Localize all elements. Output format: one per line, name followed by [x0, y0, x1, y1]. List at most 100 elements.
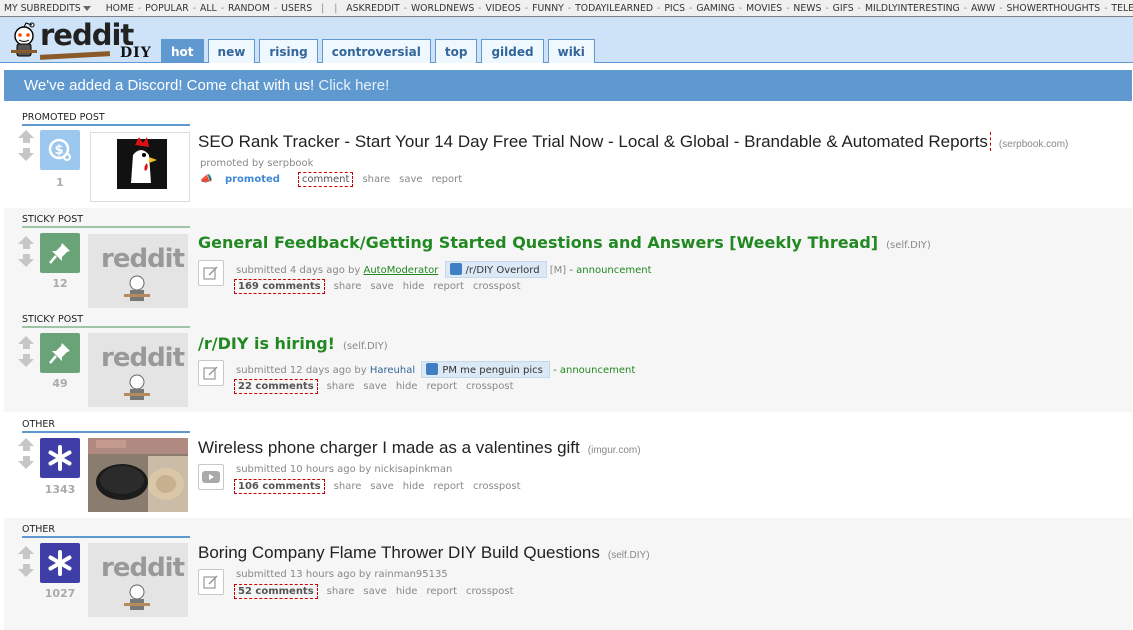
hide-button[interactable]: hide: [396, 586, 418, 597]
post-author[interactable]: Hareuhal: [370, 365, 415, 376]
sub-link[interactable]: SHOWERTHOUGHTS: [1007, 3, 1101, 14]
crosspost-button[interactable]: crosspost: [473, 281, 521, 292]
post-thumbnail[interactable]: reddit: [88, 543, 188, 617]
my-subreddits-dropdown[interactable]: MY SUBREDDITS: [4, 3, 91, 14]
tab-rising[interactable]: rising: [259, 39, 318, 63]
report-button[interactable]: report: [432, 174, 463, 185]
hide-button[interactable]: hide: [403, 481, 425, 492]
reddit-alien-logo-icon[interactable]: [9, 22, 39, 58]
save-button[interactable]: save: [363, 381, 386, 392]
upvote-arrow-icon[interactable]: [18, 236, 34, 244]
alien-placeholder-icon: [124, 275, 150, 301]
comments-button[interactable]: 106 comments: [234, 479, 325, 494]
post-title[interactable]: Wireless phone charger I made as a valen…: [198, 438, 641, 458]
nav-popular[interactable]: POPULAR: [145, 3, 189, 14]
post-domain[interactable]: (serpbook.com): [999, 139, 1068, 150]
subreddit-name[interactable]: DIY: [120, 45, 152, 61]
share-button[interactable]: share: [334, 281, 362, 292]
downvote-arrow-icon[interactable]: [18, 153, 34, 161]
share-button[interactable]: share: [362, 174, 390, 185]
save-button[interactable]: save: [370, 481, 393, 492]
upvote-arrow-icon[interactable]: [18, 546, 34, 554]
sub-link[interactable]: NEWS: [793, 3, 821, 14]
save-button[interactable]: save: [363, 586, 386, 597]
shield-icon: [449, 263, 462, 275]
tab-top[interactable]: top: [434, 39, 478, 63]
comments-button[interactable]: 22 comments: [234, 379, 318, 394]
report-button[interactable]: report: [433, 481, 464, 492]
sub-link[interactable]: VIDEOS: [485, 3, 520, 14]
post-title-text[interactable]: Boring Company Flame Thrower DIY Build Q…: [198, 543, 600, 562]
tab-controversial[interactable]: controversial: [321, 39, 431, 63]
post-thumbnail[interactable]: [90, 132, 190, 202]
post-domain[interactable]: (self.DIY): [608, 550, 650, 561]
post-thumbnail[interactable]: reddit: [88, 234, 188, 308]
video-expando-icon[interactable]: [198, 464, 224, 490]
post-title[interactable]: SEO Rank Tracker - Start Your 14 Day Fre…: [198, 132, 1068, 152]
sub-link[interactable]: MOVIES: [746, 3, 782, 14]
post-title[interactable]: /r/DIY is hiring! (self.DIY): [198, 334, 388, 353]
sub-link[interactable]: AWW: [971, 3, 995, 14]
tab-wiki[interactable]: wiki: [547, 39, 595, 63]
nav-home[interactable]: HOME: [106, 3, 134, 14]
reddit-placeholder-icon: reddit: [101, 244, 185, 274]
downvote-arrow-icon[interactable]: [18, 569, 34, 577]
post-author[interactable]: nickisapinkman: [374, 464, 452, 475]
comments-button[interactable]: 169 comments: [234, 279, 325, 294]
save-button[interactable]: save: [399, 174, 422, 185]
sub-link[interactable]: MILDLYINTERESTING: [865, 3, 960, 14]
sub-link[interactable]: FUNNY: [532, 3, 564, 14]
upvote-arrow-icon[interactable]: [18, 336, 34, 344]
comments-button[interactable]: 52 comments: [234, 584, 318, 599]
banner-link[interactable]: Click here!: [318, 77, 389, 94]
post-title[interactable]: General Feedback/Getting Started Questio…: [198, 233, 931, 252]
sub-link[interactable]: GIFS: [833, 3, 854, 14]
post-title[interactable]: Boring Company Flame Thrower DIY Build Q…: [198, 543, 650, 563]
post-title-text[interactable]: General Feedback/Getting Started Questio…: [198, 233, 878, 252]
crosspost-button[interactable]: crosspost: [466, 381, 514, 392]
downvote-arrow-icon[interactable]: [18, 461, 34, 469]
report-button[interactable]: report: [426, 381, 457, 392]
crosspost-button[interactable]: crosspost: [473, 481, 521, 492]
comment-button[interactable]: comment: [297, 172, 354, 187]
crosspost-button[interactable]: crosspost: [466, 586, 514, 597]
post-category-label: PROMOTED POST: [22, 112, 190, 126]
share-button[interactable]: share: [327, 381, 355, 392]
hide-button[interactable]: hide: [396, 381, 418, 392]
tab-hot[interactable]: hot: [161, 39, 204, 63]
sub-link[interactable]: PICS: [664, 3, 685, 14]
post-title-text[interactable]: /r/DIY is hiring!: [198, 334, 335, 353]
sub-link[interactable]: WORLDNEWS: [411, 3, 474, 14]
nav-users[interactable]: USERS: [281, 3, 312, 14]
self-post-expando-icon[interactable]: [198, 360, 224, 386]
report-button[interactable]: report: [433, 281, 464, 292]
tab-gilded[interactable]: gilded: [481, 39, 544, 63]
sub-link[interactable]: TODAYILEARNED: [575, 3, 653, 14]
share-button[interactable]: share: [334, 481, 362, 492]
self-post-expando-icon[interactable]: [198, 260, 224, 286]
post-domain[interactable]: (imgur.com): [588, 445, 641, 456]
post-title-text[interactable]: SEO Rank Tracker - Start Your 14 Day Fre…: [198, 132, 988, 151]
post-thumbnail[interactable]: reddit: [88, 333, 188, 407]
nav-all[interactable]: ALL: [200, 3, 217, 14]
downvote-arrow-icon[interactable]: [18, 359, 34, 367]
sub-link[interactable]: ASKREDDIT: [346, 3, 399, 14]
share-button[interactable]: share: [327, 586, 355, 597]
sub-link[interactable]: GAMING: [696, 3, 735, 14]
hide-button[interactable]: hide: [403, 281, 425, 292]
post-domain[interactable]: (self.DIY): [886, 240, 931, 251]
post-author[interactable]: rainman95135: [374, 569, 447, 580]
tab-new[interactable]: new: [207, 39, 256, 63]
report-button[interactable]: report: [426, 586, 457, 597]
post-author[interactable]: AutoModerator: [363, 265, 438, 276]
save-button[interactable]: save: [370, 281, 393, 292]
upvote-arrow-icon[interactable]: [18, 438, 34, 446]
post-domain[interactable]: (self.DIY): [343, 341, 388, 352]
downvote-arrow-icon[interactable]: [18, 259, 34, 267]
post-thumbnail[interactable]: [88, 438, 188, 512]
nav-random[interactable]: RANDOM: [228, 3, 270, 14]
upvote-arrow-icon[interactable]: [18, 130, 34, 138]
self-post-expando-icon[interactable]: [198, 569, 224, 595]
post-title-text[interactable]: Wireless phone charger I made as a valen…: [198, 438, 580, 457]
sub-link[interactable]: TELEV: [1111, 3, 1133, 14]
